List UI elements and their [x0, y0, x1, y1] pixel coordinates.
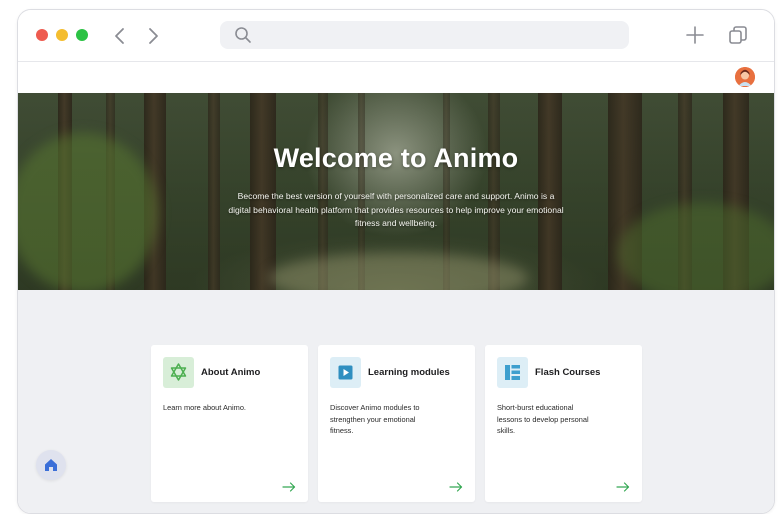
card-learning-modules[interactable]: Learning modules Discover Animo modules …: [318, 345, 475, 502]
card-description: Short-burst educational lessons to devel…: [497, 403, 589, 435]
arrow-right-icon[interactable]: [449, 482, 463, 492]
plus-icon[interactable]: [685, 25, 705, 45]
home-button[interactable]: [36, 450, 66, 480]
hero-title: Welcome to Animo: [273, 143, 519, 173]
content-area: About Animo Learn more about Animo. Lear…: [18, 290, 774, 513]
card-description: Learn more about Animo.: [163, 403, 246, 412]
card-description: Discover Animo modules to strengthen you…: [330, 403, 420, 435]
browser-toolbar: [18, 10, 774, 62]
browser-window: Welcome to Animo Become the best version…: [17, 9, 775, 514]
hero-banner: Welcome to Animo Become the best version…: [18, 93, 774, 290]
copy-icon[interactable]: [727, 24, 749, 46]
card-badge: [497, 357, 528, 388]
url-input[interactable]: [260, 21, 620, 49]
minimize-window-button[interactable]: [56, 29, 68, 41]
card-title: About Animo: [201, 367, 261, 378]
play-icon: [338, 365, 353, 380]
chevron-left-icon[interactable]: [110, 25, 130, 47]
address-bar[interactable]: [220, 21, 629, 49]
layout-icon: [505, 365, 520, 380]
arrow-right-icon[interactable]: [282, 482, 296, 492]
arrow-right-icon[interactable]: [616, 482, 630, 492]
card-badge: [330, 357, 361, 388]
search-icon: [235, 27, 251, 43]
star-of-david-icon: [170, 363, 187, 381]
card-title: Flash Courses: [535, 367, 601, 378]
maximize-window-button[interactable]: [76, 29, 88, 41]
close-window-button[interactable]: [36, 29, 48, 41]
card-flash-courses[interactable]: Flash Courses Short-burst educational le…: [485, 345, 642, 502]
hero-subtitle: Become the best version of yourself with…: [228, 191, 564, 228]
home-icon: [45, 459, 57, 471]
card-title: Learning modules: [368, 367, 450, 378]
chevron-right-icon[interactable]: [143, 25, 163, 47]
user-avatar[interactable]: [735, 67, 755, 87]
avatar-face-icon: [735, 67, 755, 87]
app-header: [18, 62, 774, 93]
card-badge: [163, 357, 194, 388]
card-about-animo[interactable]: About Animo Learn more about Animo.: [151, 345, 308, 502]
